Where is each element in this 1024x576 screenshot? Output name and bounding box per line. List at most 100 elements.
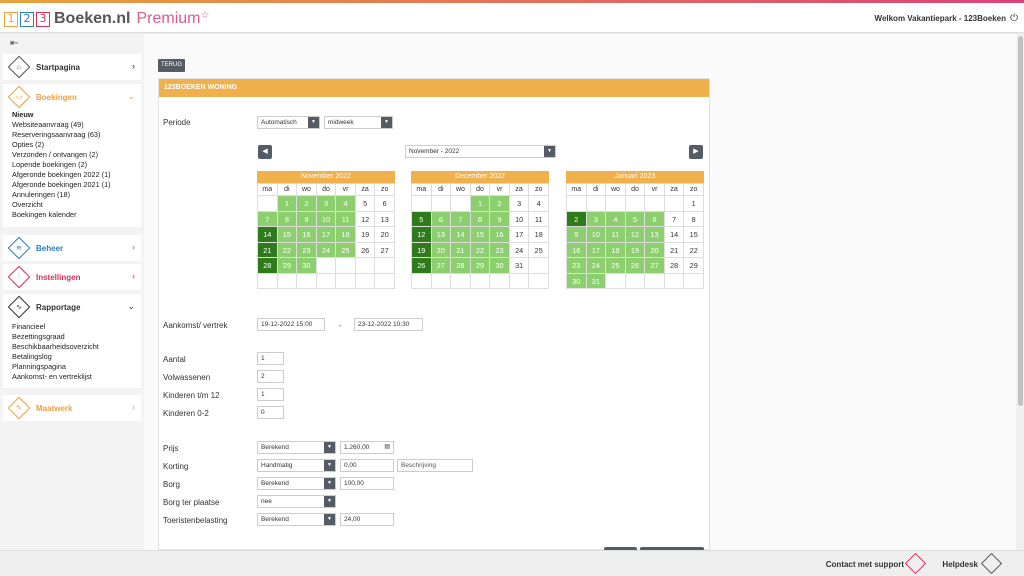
calendar-day[interactable]: 26 [412, 258, 432, 274]
power-icon[interactable]: ⏻ [1010, 13, 1018, 24]
calendar-day[interactable]: 20 [645, 242, 665, 258]
sidebar-subitem[interactable]: Aankomst- en vertreklijst [12, 372, 141, 382]
calendar-day[interactable]: 31 [509, 258, 530, 274]
sidebar-subitem[interactable]: Verzonden / ontvangen (2) [12, 150, 141, 160]
sidebar-subitem[interactable]: Planningspagina [12, 362, 141, 372]
calendar-day[interactable]: 17 [586, 242, 607, 258]
sidebar-subitem[interactable]: Financieel [12, 322, 141, 332]
calendar-day[interactable]: 28 [451, 258, 471, 274]
calculator-icon[interactable]: ▤ [384, 442, 390, 453]
calendar-day[interactable]: 2 [567, 211, 587, 227]
calendar-day[interactable]: 27 [375, 242, 395, 258]
sidebar-section-beheer[interactable]: ≋ Beheer › [3, 235, 141, 261]
sidebar-subitem[interactable]: Nieuw [12, 110, 141, 120]
borg-mode-select[interactable]: Berekend ▼ [257, 477, 336, 490]
sidebar-subitem[interactable]: Afgeronde boekingen 2022 (1) [12, 170, 141, 180]
periode-mode-select[interactable]: Automatisch ▼ [257, 116, 320, 129]
calendar-day[interactable]: 4 [606, 211, 626, 227]
calendar-day[interactable]: 7 [258, 211, 278, 227]
calendar-day[interactable]: 2 [297, 196, 317, 212]
calendar-day[interactable]: 29 [470, 258, 491, 274]
calendar-day[interactable]: 12 [355, 211, 376, 227]
calendar-day[interactable]: 13 [375, 211, 395, 227]
calendar-day[interactable]: 18 [336, 227, 356, 243]
contact-support-link[interactable]: Contact met support [826, 560, 904, 569]
calendar-day[interactable]: 4 [336, 196, 356, 212]
sidebar-subitem[interactable]: Bezettingsgraad [12, 332, 141, 342]
calendar-day[interactable]: 9 [567, 227, 587, 243]
calendar-day[interactable]: 10 [316, 211, 337, 227]
sidebar-subitem[interactable]: Opties (2) [12, 140, 141, 150]
korting-description-field[interactable]: Beschrijving [397, 459, 473, 472]
calendar-day[interactable]: 29 [277, 258, 298, 274]
sidebar-subitem[interactable]: Overzicht [12, 200, 141, 210]
calendar-day[interactable]: 23 [490, 242, 510, 258]
calendar-day[interactable]: 15 [277, 227, 298, 243]
sidebar-subitem[interactable]: Boekingen kalender [12, 210, 141, 220]
calendar-day[interactable]: 29 [684, 258, 704, 274]
calendar-day[interactable]: 1 [277, 196, 298, 212]
periode-type-select[interactable]: midweek ▼ [324, 116, 393, 129]
calendar-day[interactable]: 22 [470, 242, 491, 258]
calendar-day[interactable]: 14 [451, 227, 471, 243]
calendar-day[interactable]: 8 [277, 211, 298, 227]
korting-field[interactable]: 0,00 [340, 459, 394, 472]
calendar-day[interactable]: 4 [529, 196, 549, 212]
calendar-day[interactable]: 20 [431, 242, 452, 258]
calendar-day[interactable]: 10 [509, 211, 530, 227]
calendar-day[interactable]: 27 [645, 258, 665, 274]
calendar-day[interactable]: 11 [336, 211, 356, 227]
calendar-day[interactable]: 28 [664, 258, 685, 274]
calendar-day[interactable]: 21 [258, 242, 278, 258]
calendar-day[interactable]: 15 [470, 227, 491, 243]
back-button[interactable]: TERUG [158, 59, 185, 72]
calendar-day[interactable]: 19 [355, 227, 376, 243]
calendar-day[interactable]: 30 [297, 258, 317, 274]
calendar-day[interactable]: 26 [625, 258, 646, 274]
calendar-day[interactable]: 9 [490, 211, 510, 227]
calendar-day[interactable]: 26 [355, 242, 376, 258]
calendar-day[interactable]: 17 [316, 227, 337, 243]
calendar-day[interactable]: 22 [684, 242, 704, 258]
calendar-day[interactable]: 16 [297, 227, 317, 243]
sidebar-section-instellingen[interactable]: ⫶ Instellingen › [3, 264, 141, 290]
calendar-day[interactable]: 2 [490, 196, 510, 212]
calendar-day[interactable]: 10 [586, 227, 607, 243]
calendar-day[interactable]: 8 [684, 211, 704, 227]
volwassenen-field[interactable]: 2 [257, 370, 284, 383]
kinderen12-field[interactable]: 1 [257, 388, 284, 401]
calendar-day[interactable]: 24 [509, 242, 530, 258]
calendar-day[interactable]: 17 [509, 227, 530, 243]
sidebar-subitem[interactable]: Annuleringen (18) [12, 190, 141, 200]
calendar-day[interactable]: 25 [336, 242, 356, 258]
calendar-day[interactable]: 16 [490, 227, 510, 243]
calendar-day[interactable]: 21 [664, 242, 685, 258]
month-select[interactable]: November - 2022 ▼ [405, 145, 556, 158]
kinderen02-field[interactable]: 0 [257, 406, 284, 419]
calendar-day[interactable]: 7 [664, 211, 685, 227]
calendar-day[interactable]: 1 [684, 196, 704, 212]
lifebuoy-icon[interactable] [980, 552, 1003, 575]
calendar-day[interactable]: 25 [606, 258, 626, 274]
calendar-day[interactable]: 30 [490, 258, 510, 274]
helpdesk-link[interactable]: Helpdesk [942, 560, 978, 569]
calendar-day[interactable]: 5 [625, 211, 646, 227]
calendar-day[interactable]: 24 [316, 242, 337, 258]
calendar-day[interactable]: 30 [567, 273, 587, 289]
calendar-day[interactable]: 6 [431, 211, 452, 227]
aankomst-field[interactable]: 19-12-2022 15:00 [257, 318, 325, 331]
calendar-day[interactable]: 20 [375, 227, 395, 243]
sidebar-subitem[interactable]: Afgeronde boekingen 2021 (1) [12, 180, 141, 190]
calendar-day[interactable]: 31 [586, 273, 607, 289]
calendar-day[interactable]: 18 [606, 242, 626, 258]
calendar-day[interactable]: 28 [258, 258, 278, 274]
calendar-day[interactable]: 3 [586, 211, 607, 227]
calendar-day[interactable]: 14 [258, 227, 278, 243]
sidebar-subitem[interactable]: Websiteaanvraag (49) [12, 120, 141, 130]
calendar-day[interactable]: 19 [412, 242, 432, 258]
next-month-button[interactable]: ▶ [689, 145, 703, 159]
calendar-day[interactable]: 12 [412, 227, 432, 243]
vertrek-field[interactable]: 23-12-2022 10:30 [354, 318, 423, 331]
sidebar-subitem[interactable]: Betalingslog [12, 352, 141, 362]
calendar-day[interactable]: 18 [529, 227, 549, 243]
